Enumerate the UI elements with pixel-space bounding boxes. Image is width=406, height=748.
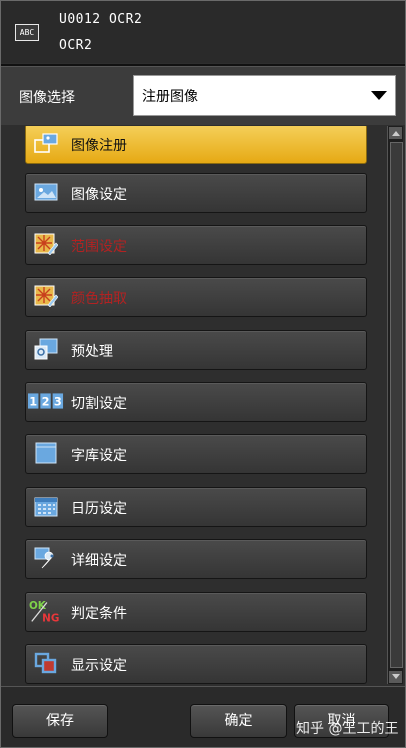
menu-item-label: 预处理	[71, 344, 113, 360]
svg-text:3: 3	[54, 395, 62, 409]
menu-item-label: 字库设定	[71, 448, 127, 464]
ok-ng-icon: OK NG	[29, 600, 59, 624]
dropdown-arrow-icon[interactable]	[371, 91, 387, 100]
calendar-icon	[34, 497, 58, 517]
menu-item-label: 切割设定	[71, 396, 127, 412]
ok-button[interactable]: 确定	[190, 704, 287, 738]
menu-item-judgment-conditions[interactable]: OK NG 判定条件	[25, 592, 367, 632]
menu-item-label: 图像注册	[71, 138, 127, 154]
scrollbar[interactable]	[387, 126, 403, 684]
menu-item-calendar[interactable]: 日历设定	[25, 487, 367, 527]
menu-item-segment-settings[interactable]: 1 2 3 切割设定	[25, 382, 367, 422]
menu-item-font-library[interactable]: 字库设定	[25, 434, 367, 474]
menu-item-image-register[interactable]: 图像注册	[25, 126, 367, 164]
menu-item-range-settings[interactable]: 范围设定	[25, 225, 367, 265]
image-register-icon	[34, 133, 58, 153]
menu-item-label: 颜色抽取	[71, 291, 127, 307]
svg-text:1: 1	[29, 395, 37, 409]
menu-item-label: 判定条件	[71, 606, 127, 622]
menu-item-display-settings[interactable]: 显示设定	[25, 644, 367, 684]
menu-item-label: 范围设定	[71, 239, 127, 255]
header: ABC U0012 OCR2 OCR2	[1, 1, 405, 63]
menu-item-color-extract[interactable]: 颜色抽取	[25, 277, 367, 317]
abc-icon: ABC	[15, 24, 39, 41]
menu-item-label: 详细设定	[71, 553, 127, 569]
image-select-row: 图像选择 注册图像	[1, 67, 405, 125]
menu-item-label: 图像设定	[71, 187, 127, 203]
image-select-label: 图像选择	[19, 90, 75, 106]
menu-item-label: 日历设定	[71, 501, 127, 517]
scroll-up-arrow-icon[interactable]	[389, 127, 402, 139]
scroll-thumb[interactable]	[390, 142, 403, 668]
display-settings-icon	[34, 652, 57, 674]
color-extract-icon	[34, 285, 58, 307]
svg-text:2: 2	[42, 395, 50, 409]
menu-item-detail-settings[interactable]: 详细设定	[25, 539, 367, 579]
image-settings-icon	[34, 183, 58, 201]
menu-list: 图像注册 图像设定 范围设定 颜色抽取 预处理 1 2 3 切割设定 字库设定 …	[1, 126, 385, 686]
image-select-value: 注册图像	[142, 89, 198, 105]
segment-123-icon: 1 2 3	[28, 393, 64, 409]
watermark: 知乎 @王工的王	[296, 721, 399, 737]
scroll-down-arrow-icon[interactable]	[389, 671, 402, 683]
preprocess-icon	[34, 338, 58, 360]
unit-subtitle: OCR2	[59, 38, 93, 53]
unit-title: U0012 OCR2	[59, 12, 143, 27]
wrench-icon	[34, 547, 54, 569]
font-library-icon	[35, 442, 57, 464]
menu-item-preprocess[interactable]: 预处理	[25, 330, 367, 370]
svg-text:NG: NG	[42, 612, 59, 624]
menu-item-label: 显示设定	[71, 658, 127, 674]
image-select-dropdown[interactable]: 注册图像	[133, 75, 396, 116]
save-button[interactable]: 保存	[12, 704, 108, 738]
range-settings-icon	[34, 233, 58, 255]
menu-item-image-settings[interactable]: 图像设定	[25, 173, 367, 213]
